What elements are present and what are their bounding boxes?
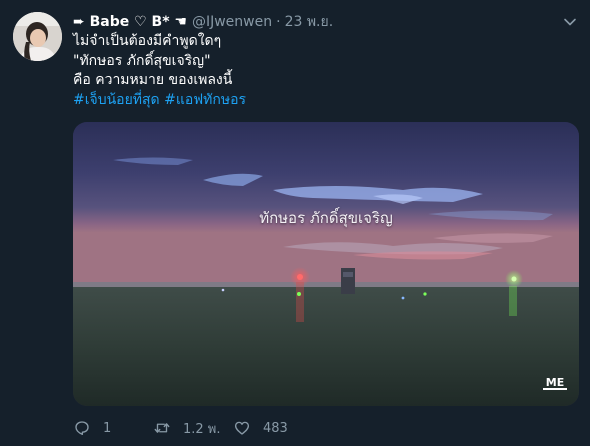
hashtag-link[interactable]: #แอฟทักษอร bbox=[164, 92, 246, 108]
channel-logo-icon: ME bbox=[543, 376, 567, 390]
user-handle[interactable]: @IJwenwen bbox=[192, 14, 272, 30]
avatar[interactable] bbox=[13, 12, 62, 61]
chevron-down-icon[interactable] bbox=[562, 14, 578, 30]
tweet-text-line: "ทักษอร ภักดิ์สุขเจริญ" bbox=[73, 52, 211, 69]
like-count: 483 bbox=[263, 420, 288, 436]
media-overlay-text: ทักษอร ภักดิ์สุขเจริญ bbox=[259, 209, 393, 227]
hashtag-link[interactable]: #เจ็บน้อยที่สุด bbox=[73, 92, 160, 108]
retweet-button[interactable]: 1.2 พ. bbox=[153, 418, 233, 439]
tweet-timestamp[interactable]: 23 พ.ย. bbox=[285, 11, 334, 33]
like-button[interactable]: 483 bbox=[233, 419, 288, 437]
tweet-text: ไม่จำเป็นต้องมีคำพูดใดๆ "ทักษอร ภักดิ์สุ… bbox=[73, 32, 553, 110]
tweet-text-line: ไม่จำเป็นต้องมีคำพูดใดๆ bbox=[73, 33, 222, 49]
media-video[interactable]: ทักษอร ภักดิ์สุขเจริญ ME bbox=[73, 122, 579, 406]
tweet-actions: 1 1.2 พ. 483 bbox=[73, 417, 288, 439]
tweet-text-line: คือ ความหมาย ของเพลงนี้ bbox=[73, 72, 233, 88]
retweet-count: 1.2 พ. bbox=[183, 421, 221, 437]
reply-icon bbox=[75, 421, 89, 436]
heart-icon bbox=[234, 421, 250, 435]
display-name[interactable]: ➨ Babe ♡ B* ☚ bbox=[73, 14, 187, 30]
hashtag-line: #เจ็บน้อยที่สุด #แอฟทักษอร bbox=[73, 91, 553, 111]
tweet-header: ➨ Babe ♡ B* ☚ @IJwenwen · 23 พ.ย. bbox=[73, 11, 580, 33]
reply-button[interactable]: 1 bbox=[73, 419, 153, 437]
reply-count: 1 bbox=[103, 420, 112, 436]
retweet-icon bbox=[154, 423, 170, 433]
svg-text:ME: ME bbox=[546, 376, 564, 389]
separator-dot: · bbox=[276, 14, 281, 30]
